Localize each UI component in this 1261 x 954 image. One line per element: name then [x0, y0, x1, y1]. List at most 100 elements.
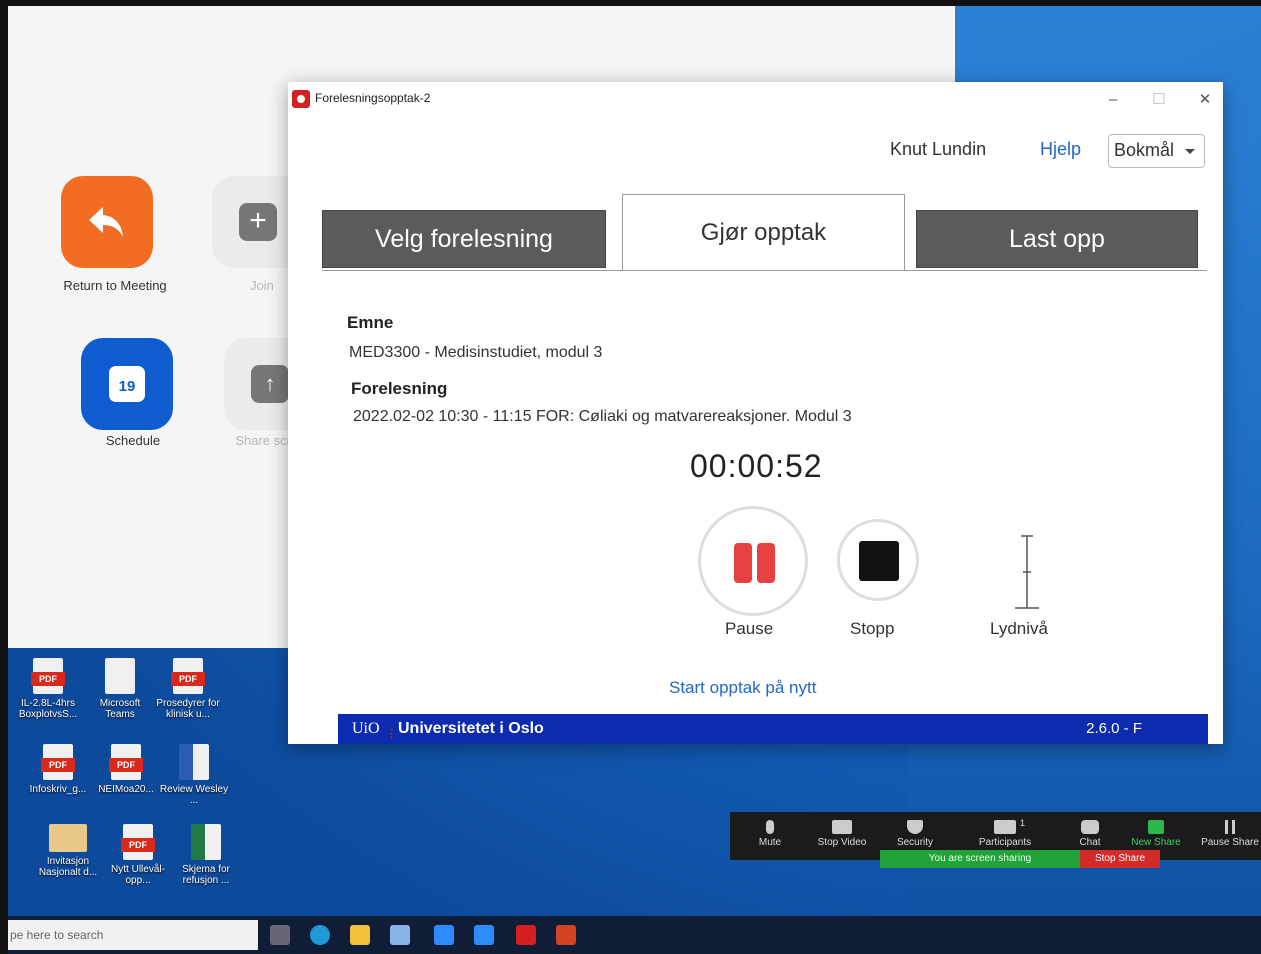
- schedule-button[interactable]: 19: [81, 338, 173, 430]
- chat-label: Chat: [1079, 837, 1101, 848]
- participants-button[interactable]: Participants: [970, 820, 1040, 848]
- recording-timer: 00:00:52: [690, 448, 823, 484]
- tab-divider: [322, 270, 1207, 271]
- app-record-icon: [292, 90, 310, 108]
- stop-video-button[interactable]: Stop Video: [812, 820, 872, 848]
- desktop-icon-mail[interactable]: Invitasjon Nasjonalt d...: [32, 824, 104, 878]
- desktop-icon-caption: IL-2.8L-4hrs BoxplotvsS...: [18, 698, 78, 720]
- window-titlebar: Forelesningsopptak-2 – ☐ ✕: [288, 82, 1223, 118]
- desktop-icon-pdf-3[interactable]: PDF Infoskriv_g...: [22, 744, 94, 795]
- mute-label: Mute: [758, 837, 782, 848]
- file-icon: [105, 658, 135, 694]
- taskbar-search-input[interactable]: pe here to search: [8, 920, 258, 950]
- pause-icon: [1225, 820, 1235, 834]
- tab-velg-forelesning[interactable]: Velg forelesning: [322, 210, 606, 268]
- desktop-icon-excel[interactable]: Skjema for refusjon ...: [170, 824, 242, 886]
- pause-label: Pause: [725, 619, 774, 638]
- lecture-heading: Forelesning: [351, 379, 448, 398]
- maximize-button[interactable]: ☐: [1144, 88, 1174, 112]
- schedule-label: Schedule: [105, 433, 161, 448]
- pdf-file-icon: PDF: [31, 658, 65, 694]
- file-explorer-icon[interactable]: [350, 925, 370, 945]
- window-footer: UiO ⁝ Universitetet i Oslo 2.6.0 - F: [338, 714, 1208, 744]
- tab-label: Velg forelesning: [375, 224, 553, 253]
- tab-gjor-opptak[interactable]: Gjør opptak: [622, 194, 905, 270]
- desktop-icon-word[interactable]: Review Wesley ...: [158, 744, 230, 806]
- pdf-file-icon: PDF: [171, 658, 205, 694]
- pdf-file-icon: PDF: [121, 824, 155, 860]
- subject-heading: Emne: [347, 313, 394, 332]
- minimize-button[interactable]: –: [1098, 88, 1128, 112]
- tab-last-opp[interactable]: Last opp: [916, 210, 1198, 268]
- desktop-icon-pdf-2[interactable]: PDF Prosedyrer for klinisk u...: [152, 658, 224, 720]
- stop-label: Stopp: [850, 619, 895, 638]
- participants-count: 1: [1020, 818, 1026, 828]
- task-view-icon[interactable]: [270, 925, 290, 945]
- desktop-icon-caption: NEIMoa20...: [98, 784, 154, 795]
- language-select[interactable]: Bokmål: [1108, 134, 1205, 168]
- edge-browser-icon[interactable]: [310, 925, 330, 945]
- windows-taskbar: pe here to search: [8, 916, 1261, 954]
- desktop-icon-caption: Review Wesley ...: [159, 784, 229, 806]
- sound-level-label: Lydnivå: [990, 619, 1048, 638]
- new-share-label: New Share: [1131, 837, 1181, 848]
- version-label: 2.6.0 - F: [1086, 720, 1142, 737]
- tab-label: Gjør opptak: [700, 219, 827, 246]
- pause-icon-bar-left: [734, 543, 752, 583]
- security-button[interactable]: Security: [890, 820, 940, 848]
- pdf-file-icon: PDF: [109, 744, 143, 780]
- camera-icon: [832, 820, 852, 834]
- security-label: Security: [896, 837, 934, 848]
- desktop-icon-caption: Nytt Ullevål-opp...: [111, 864, 165, 886]
- powerpoint-icon[interactable]: [556, 925, 576, 945]
- stop-icon: [859, 541, 899, 581]
- stop-share-button[interactable]: Stop Share: [1080, 850, 1160, 868]
- window-title: Forelesningsopptak-2: [315, 91, 431, 105]
- desktop-icon-pdf-5[interactable]: PDF Nytt Ullevål-opp...: [102, 824, 174, 886]
- desktop-icon-teams[interactable]: Microsoft Teams: [84, 658, 156, 720]
- desktop-icon-caption: Skjema for refusjon ...: [182, 864, 230, 886]
- chat-button[interactable]: Chat: [1070, 820, 1110, 848]
- participants-label: Participants: [978, 837, 1032, 848]
- university-name: Universitetet i Oslo: [398, 720, 544, 737]
- tab-label: Last opp: [1009, 224, 1105, 253]
- zoom-meeting-icon[interactable]: [474, 925, 494, 945]
- new-share-button[interactable]: New Share: [1128, 820, 1184, 848]
- desktop-icon-caption: Invitasjon Nasjonalt d...: [38, 856, 98, 878]
- shield-icon: [907, 820, 923, 834]
- envelope-icon: [49, 824, 87, 852]
- return-arrow-icon: [89, 207, 123, 237]
- recorder-app-icon[interactable]: [516, 925, 536, 945]
- uio-logo-mark: ⁝: [389, 726, 395, 743]
- microphone-icon: [766, 820, 774, 834]
- desktop-icon-caption: Prosedyrer for klinisk u...: [156, 698, 220, 720]
- restart-recording-link[interactable]: Start opptak på nytt: [669, 678, 816, 698]
- desktop-icon-caption: Infoskriv_g...: [29, 784, 87, 795]
- language-value: Bokmål: [1114, 140, 1175, 160]
- return-to-meeting-button[interactable]: [61, 176, 153, 268]
- pdf-file-icon: PDF: [41, 744, 75, 780]
- pause-button[interactable]: [698, 506, 808, 616]
- desktop-screen: Return to Meeting + Join 19 Schedule ↑ S…: [8, 6, 1261, 954]
- upload-arrow-icon: ↑: [251, 365, 289, 403]
- plus-icon: +: [239, 203, 277, 241]
- desktop-icon-pdf-1[interactable]: PDF IL-2.8L-4hrs BoxplotvsS...: [12, 658, 84, 720]
- word-file-icon: [179, 744, 209, 780]
- close-button[interactable]: ✕: [1190, 88, 1220, 112]
- zoom-icon[interactable]: [434, 925, 454, 945]
- store-icon[interactable]: [390, 925, 410, 945]
- desktop-icon-pdf-4[interactable]: PDF NEIMoa20...: [90, 744, 162, 795]
- stop-video-label: Stop Video: [817, 837, 867, 848]
- sound-level-meter: [1015, 535, 1039, 609]
- pause-share-button[interactable]: Pause Share: [1200, 820, 1260, 848]
- user-name: Knut Lundin: [890, 139, 987, 159]
- return-to-meeting-label: Return to Meeting: [63, 278, 167, 293]
- uio-logo: UiO: [352, 720, 380, 737]
- share-arrow-icon: [1148, 820, 1164, 834]
- recorder-window: Forelesningsopptak-2 – ☐ ✕ Knut Lundin H…: [288, 82, 1223, 744]
- stop-button[interactable]: [837, 519, 919, 601]
- help-link[interactable]: Hjelp: [1040, 139, 1081, 160]
- mute-button[interactable]: Mute: [752, 820, 788, 848]
- chat-bubble-icon: [1081, 820, 1099, 834]
- screen-sharing-indicator: You are screen sharing: [880, 850, 1080, 868]
